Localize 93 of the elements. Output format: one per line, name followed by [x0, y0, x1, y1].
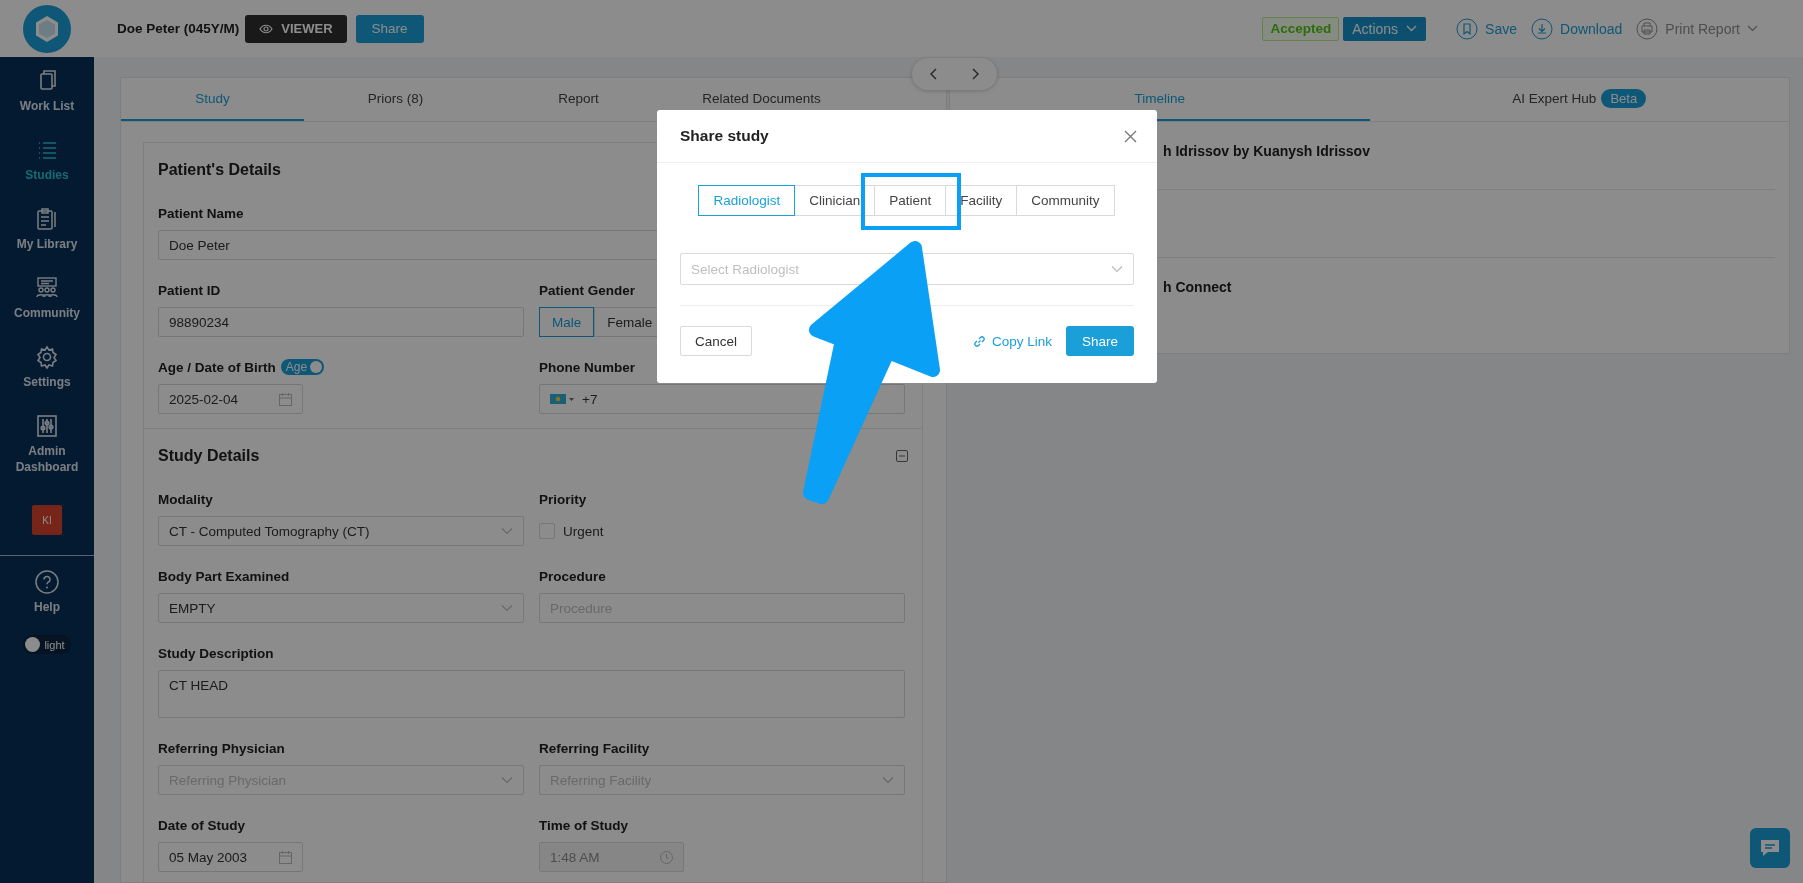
clipboard-icon	[35, 207, 59, 231]
age-toggle[interactable]: Age	[280, 359, 325, 375]
field-label: Procedure	[539, 568, 606, 584]
sidebar-item[interactable]: Community	[0, 276, 94, 321]
share-target-tab[interactable]: Patient	[874, 185, 947, 216]
gender-option[interactable]: Male	[539, 307, 595, 337]
printer-icon	[1636, 17, 1659, 40]
save-button[interactable]: Save	[1456, 17, 1518, 40]
field-label: Study Description	[158, 645, 274, 661]
panel-tab[interactable]: Report	[487, 78, 670, 121]
caret-icon	[1406, 25, 1418, 32]
copy-link-button[interactable]: Copy Link	[972, 333, 1052, 349]
time-value: 1:48 AM	[550, 849, 600, 865]
logo-icon[interactable]	[22, 3, 72, 54]
status-tag: Accepted	[1262, 16, 1340, 41]
timeline-entry: h Connect	[1163, 279, 1232, 295]
sidebar-item[interactable]: Admin Dashboard	[0, 414, 94, 475]
caret-icon	[882, 776, 894, 784]
theme-toggle[interactable]: light	[23, 635, 71, 654]
help-icon	[35, 570, 59, 594]
field-label: Date of Study	[158, 817, 245, 833]
panel-tab[interactable]: Priors (8)	[304, 78, 487, 121]
section-title: Study Details	[158, 446, 260, 465]
field-label: Patient ID	[158, 282, 221, 298]
clock-icon	[660, 850, 673, 864]
chevron-right-icon	[971, 68, 980, 80]
beta-badge: Beta	[1601, 89, 1647, 108]
eye-icon	[259, 23, 274, 34]
sliders-icon	[35, 414, 59, 438]
sidebar-item[interactable]: Work List	[0, 69, 94, 114]
chat-icon	[1759, 838, 1781, 858]
modal-title: Share study	[680, 127, 769, 145]
share-target-tab[interactable]: Clinician	[794, 185, 876, 216]
download-button[interactable]: Download	[1531, 17, 1623, 40]
share-confirm-button[interactable]: Share	[1065, 326, 1134, 356]
field-label: Time of Study	[539, 817, 628, 833]
calendar-icon	[279, 850, 292, 864]
field-label: Modality	[158, 491, 213, 507]
timeline-entry: h Idrissov by Kuanysh Idrissov	[1163, 143, 1370, 159]
cancel-button[interactable]: Cancel	[680, 326, 753, 356]
calendar-icon	[279, 392, 292, 406]
field-label: Referring Facility	[539, 740, 650, 756]
chat-button[interactable]	[1750, 828, 1790, 868]
field-label: Referring Physician	[158, 740, 285, 756]
viewer-button[interactable]: VIEWER	[245, 14, 347, 43]
patient-title: Doe Peter (045Y/M)	[117, 21, 240, 36]
collapse-icon[interactable]	[896, 449, 908, 462]
bookmark-icon	[1456, 17, 1479, 40]
select-field[interactable]: EMPTY	[158, 593, 524, 623]
date-field[interactable]: 2025-02-04	[158, 384, 303, 414]
caret-icon	[1111, 265, 1123, 273]
download-icon	[1531, 17, 1554, 40]
field-label: Patient Gender	[539, 282, 636, 298]
select-value: EMPTY	[169, 600, 216, 616]
caret-icon	[501, 776, 513, 784]
phone-value: +7	[582, 391, 598, 407]
select-field[interactable]: CT - Computed Tomography (CT)	[158, 516, 524, 546]
flag-icon[interactable]	[550, 394, 574, 404]
caret-icon	[1747, 25, 1758, 32]
share-target-tab[interactable]: Facility	[945, 185, 1018, 216]
sidebar-item[interactable]: Settings	[0, 345, 94, 390]
panel-tab[interactable]: Study	[121, 78, 304, 121]
checkbox-label: Urgent	[563, 523, 604, 539]
field-label: Body Part Examined	[158, 568, 290, 584]
close-icon	[1124, 129, 1137, 143]
caret-icon	[501, 604, 513, 612]
settings-icon	[35, 345, 59, 369]
user-avatar[interactable]: KI	[32, 505, 62, 535]
date-value: 05 May 2003	[169, 849, 248, 865]
panel-tab[interactable]: AI Expert Hub Beta	[1369, 78, 1789, 121]
panel-tab[interactable]: Related Documents	[670, 78, 853, 121]
select-value: CT - Computed Tomography (CT)	[169, 523, 370, 539]
people-icon	[35, 276, 59, 300]
section-title: Patient's Details	[158, 160, 281, 179]
sidebar-item[interactable]: My Library	[0, 207, 94, 252]
chevron-left-icon	[929, 68, 938, 80]
input-field[interactable]: 98890234	[158, 307, 524, 337]
caret-icon	[501, 527, 513, 535]
field-label: Phone Number	[539, 359, 635, 375]
link-icon	[972, 334, 986, 348]
date-value: 2025-02-04	[169, 391, 239, 407]
actions-button[interactable]: Actions	[1343, 16, 1427, 41]
field-label: Priority	[539, 491, 587, 507]
share-target-tab[interactable]: Community	[1016, 185, 1115, 216]
date-field[interactable]: 05 May 2003	[158, 842, 303, 872]
close-button[interactable]	[1124, 129, 1137, 143]
share-button[interactable]: Share	[355, 14, 424, 43]
sidebar-item[interactable]: Studies	[0, 138, 94, 183]
text-area[interactable]: CT HEAD	[158, 670, 905, 718]
help-button[interactable]: Help	[0, 570, 94, 615]
field-label: Age / Date of Birth	[158, 359, 276, 375]
field-label: Patient Name	[158, 205, 244, 221]
share-target-tab[interactable]: Radiologist	[698, 185, 796, 216]
